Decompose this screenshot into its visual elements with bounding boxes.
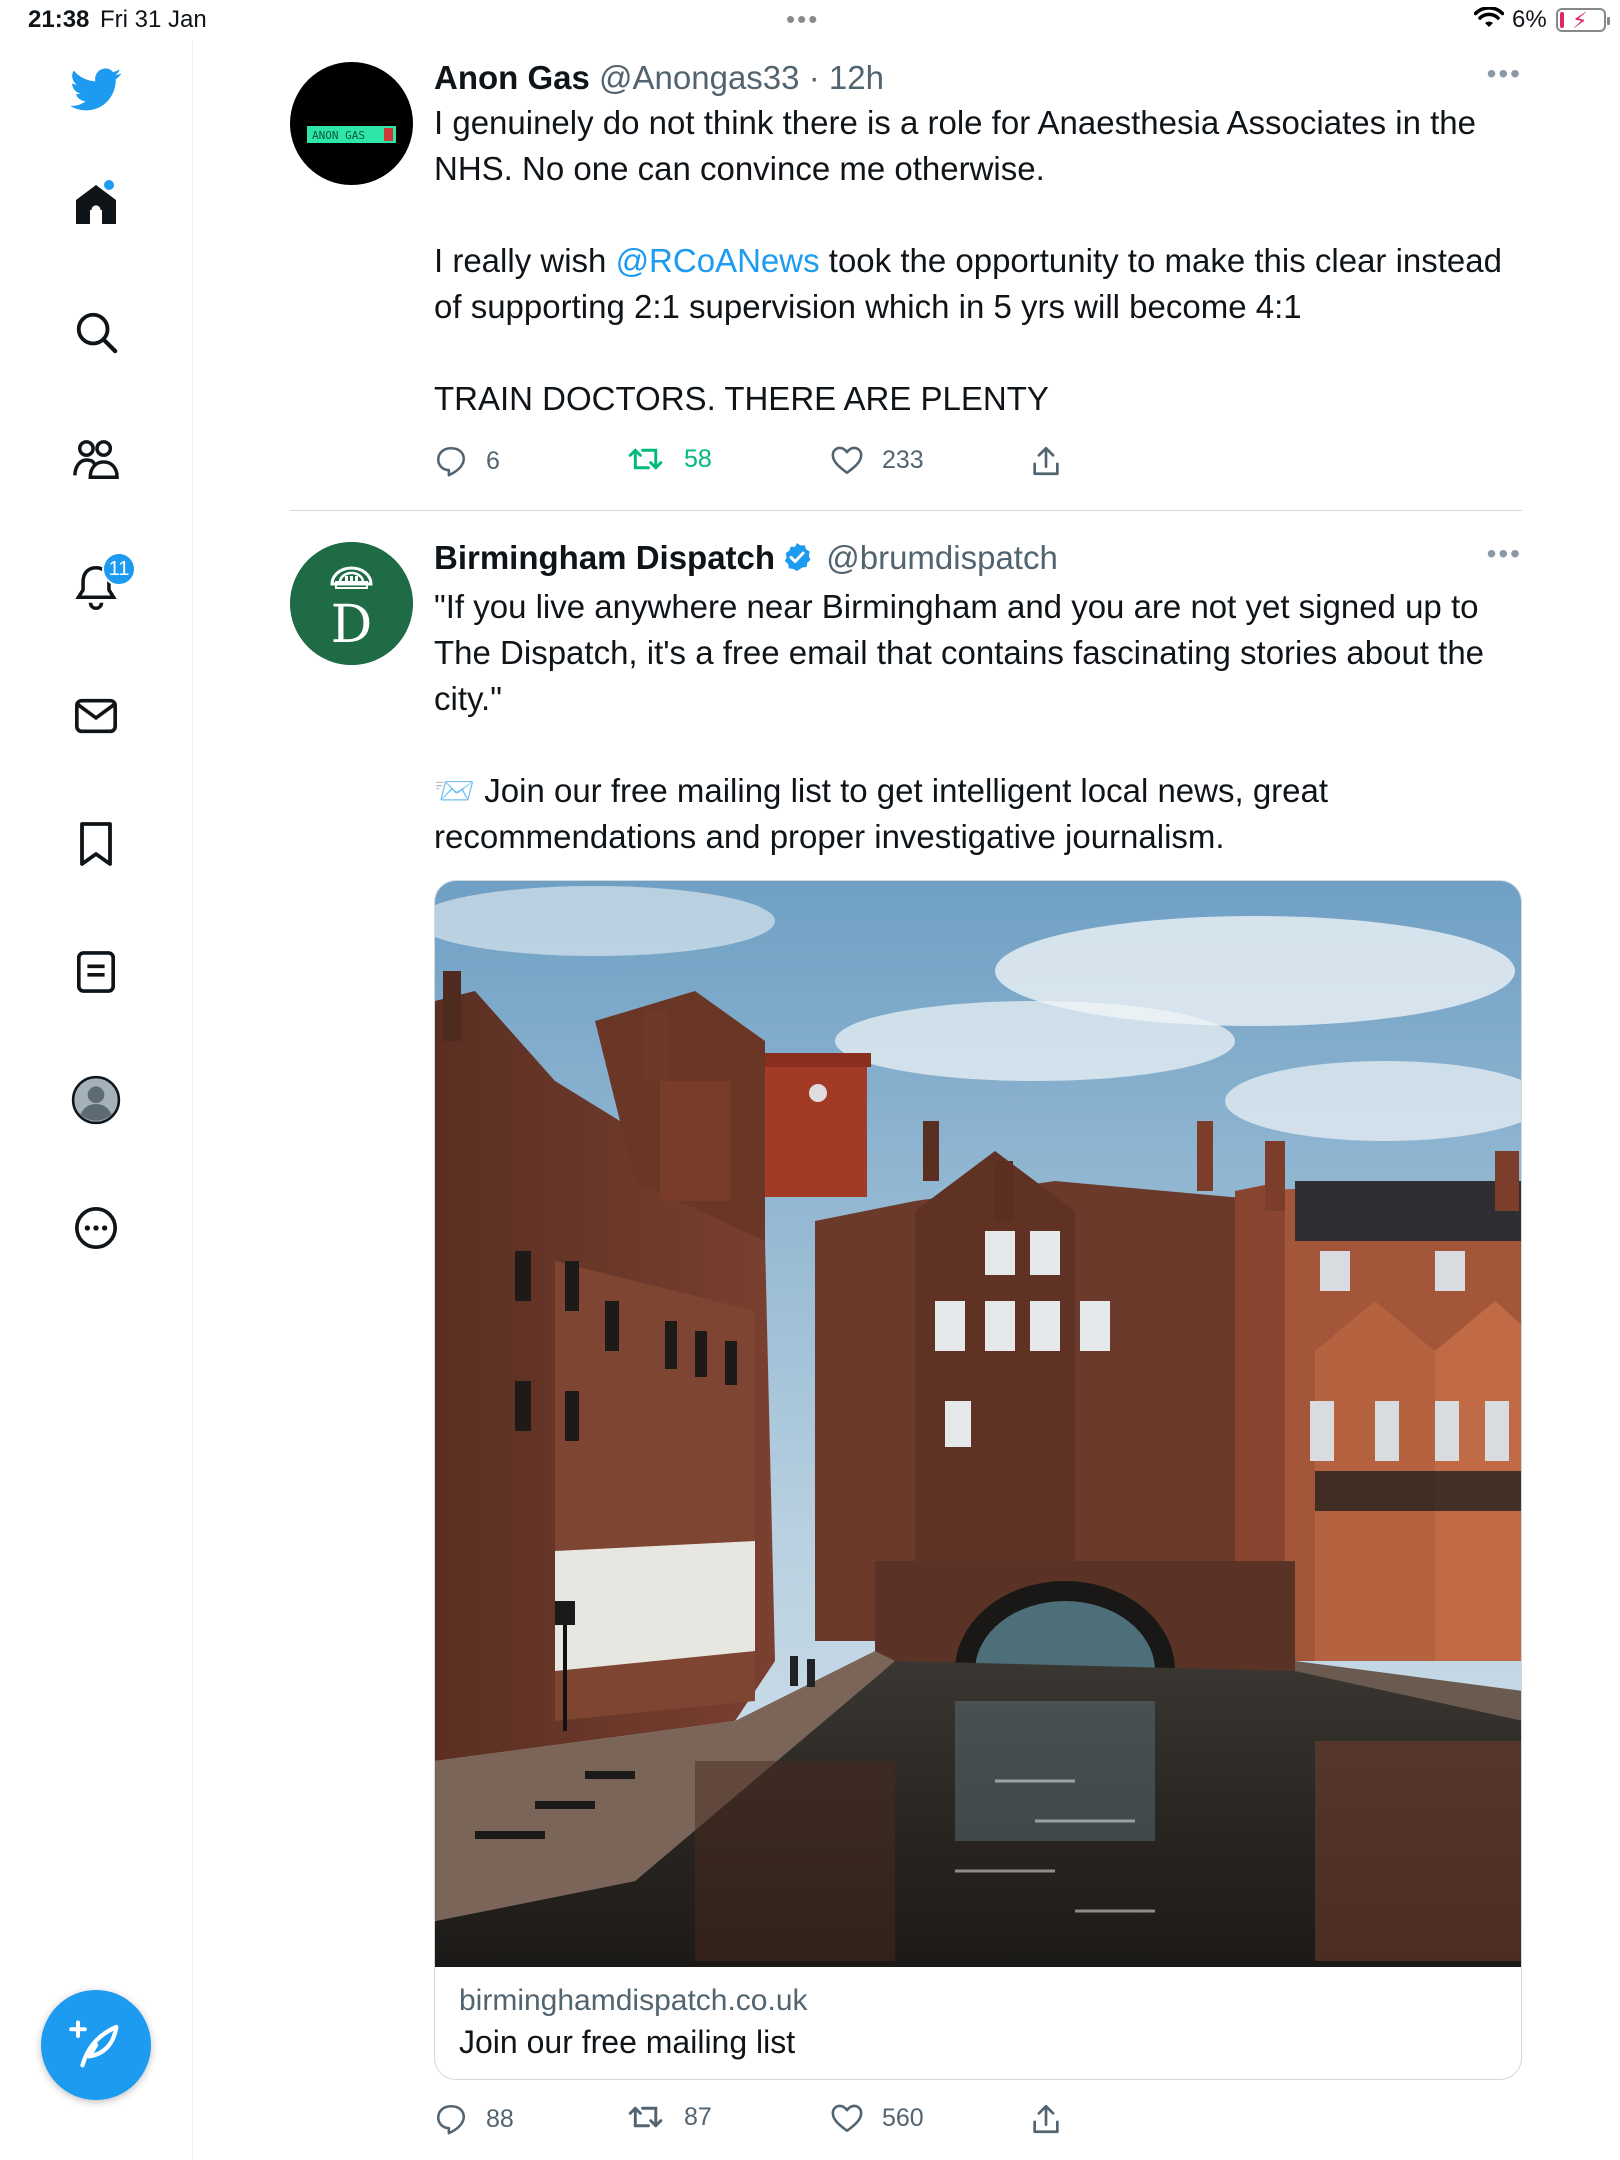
reply-icon [436, 446, 466, 477]
reply-icon [436, 2104, 466, 2135]
retweet-count: 58 [684, 444, 712, 473]
heart-icon [831, 446, 863, 475]
retweet-icon [628, 448, 663, 470]
search-icon[interactable] [66, 302, 126, 362]
reply-count: 6 [486, 446, 500, 475]
battery-percent: 6% [1512, 6, 1547, 33]
tweet[interactable]: ANON GAS Anon Gas @Anongas33 · 12h ••• I… [290, 58, 1522, 498]
svg-text:ANON GAS: ANON GAS [312, 129, 365, 142]
tweet-paragraph: "If you live anywhere near Birmingham an… [434, 588, 1485, 717]
like-button[interactable]: 233 [830, 444, 924, 476]
envelope-emoji-icon: 📨 [434, 772, 476, 809]
home-icon[interactable] [66, 174, 126, 234]
status-time: 21:38 [28, 6, 90, 33]
verified-badge-icon [781, 541, 813, 582]
tweet-paragraph: I genuinely do not think there is a role… [434, 104, 1476, 187]
status-bar: 21:38 Fri 31 Jan ••• 6% ⚡ [0, 0, 1620, 40]
people-icon[interactable] [66, 430, 126, 490]
tweet-actions: 88 87 560 [434, 2102, 1194, 2142]
status-date: Fri 31 Jan [100, 6, 207, 33]
reply-button[interactable]: 6 [434, 444, 500, 478]
share-icon [1033, 446, 1059, 476]
envelope-icon[interactable] [66, 686, 126, 746]
notification-count-badge: 11 [102, 552, 136, 586]
retweet-button[interactable]: 58 [628, 444, 712, 474]
like-count: 233 [882, 445, 924, 474]
compose-feather-icon [69, 2020, 119, 2068]
card-domain: birminghamdispatch.co.uk [459, 1984, 808, 2017]
card-image[interactable] [435, 881, 1521, 1967]
avatar[interactable]: D [290, 542, 413, 665]
link-card[interactable]: birminghamdispatch.co.uk Join our free m… [434, 880, 1522, 2080]
reply-count: 88 [486, 2104, 514, 2133]
tweet-header: Anon Gas @Anongas33 · 12h [434, 58, 1522, 98]
like-button[interactable]: 560 [830, 2102, 924, 2134]
tweet-header: Birmingham Dispatch @brumdispatch [434, 538, 1522, 582]
more-circle-icon[interactable] [66, 1198, 126, 1258]
avatar[interactable]: ANON GAS [290, 62, 413, 185]
svg-text:D: D [331, 595, 373, 655]
share-button[interactable] [1030, 2102, 1080, 2136]
battery-icon: ⚡ [1556, 8, 1610, 33]
twitter-bird-icon[interactable] [66, 60, 126, 120]
card-title: Join our free mailing list [459, 2024, 796, 2060]
retweet-icon [628, 2106, 663, 2128]
tweet-text: "If you live anywhere near Birmingham an… [434, 584, 1522, 860]
bookmark-icon[interactable] [66, 814, 126, 874]
bell-icon[interactable]: 11 [66, 552, 136, 618]
more-options-icon[interactable]: ••• [1487, 538, 1522, 570]
reply-button[interactable]: 88 [434, 2102, 514, 2136]
multitasking-dots-icon[interactable]: ••• [786, 4, 819, 35]
tweet-paragraph: 📨 Join our free mailing list to get inte… [434, 772, 1329, 855]
tweet-text: I genuinely do not think there is a role… [434, 100, 1522, 422]
author-name[interactable]: Birmingham Dispatch [434, 539, 775, 576]
list-icon[interactable] [66, 942, 126, 1002]
timestamp[interactable]: 12h [829, 59, 884, 96]
tweet-divider [290, 510, 1522, 511]
share-icon [1033, 2104, 1059, 2134]
card-meta: birminghamdispatch.co.uk Join our free m… [435, 1967, 1521, 2079]
avatar-icon[interactable] [66, 1070, 126, 1130]
sidebar-nav: 11 [0, 40, 193, 2160]
tweet-paragraph: I really wish @RCoANews took the opportu… [434, 242, 1502, 325]
author-handle[interactable]: @Anongas33 [599, 59, 799, 96]
author-handle[interactable]: @brumdispatch [826, 539, 1058, 576]
timestamp-sep: · [808, 59, 820, 96]
compose-tweet-button[interactable] [41, 1990, 151, 2100]
more-options-icon[interactable]: ••• [1487, 58, 1522, 90]
share-button[interactable] [1030, 444, 1080, 478]
mention-link[interactable]: @RCoANews [616, 242, 820, 279]
retweet-button[interactable]: 87 [628, 2102, 712, 2132]
wifi-icon [1473, 6, 1505, 36]
tweet[interactable]: D Birmingham Dispatch @brumdispatch ••• … [290, 538, 1522, 2158]
tweet-actions: 6 58 233 [434, 444, 1194, 484]
home-unread-dot [104, 180, 114, 190]
tweet-paragraph: TRAIN DOCTORS. THERE ARE PLENTY [434, 380, 1049, 417]
like-count: 560 [882, 2103, 924, 2132]
retweet-count: 87 [684, 2102, 712, 2131]
heart-icon [831, 2104, 863, 2133]
author-name[interactable]: Anon Gas [434, 59, 590, 96]
